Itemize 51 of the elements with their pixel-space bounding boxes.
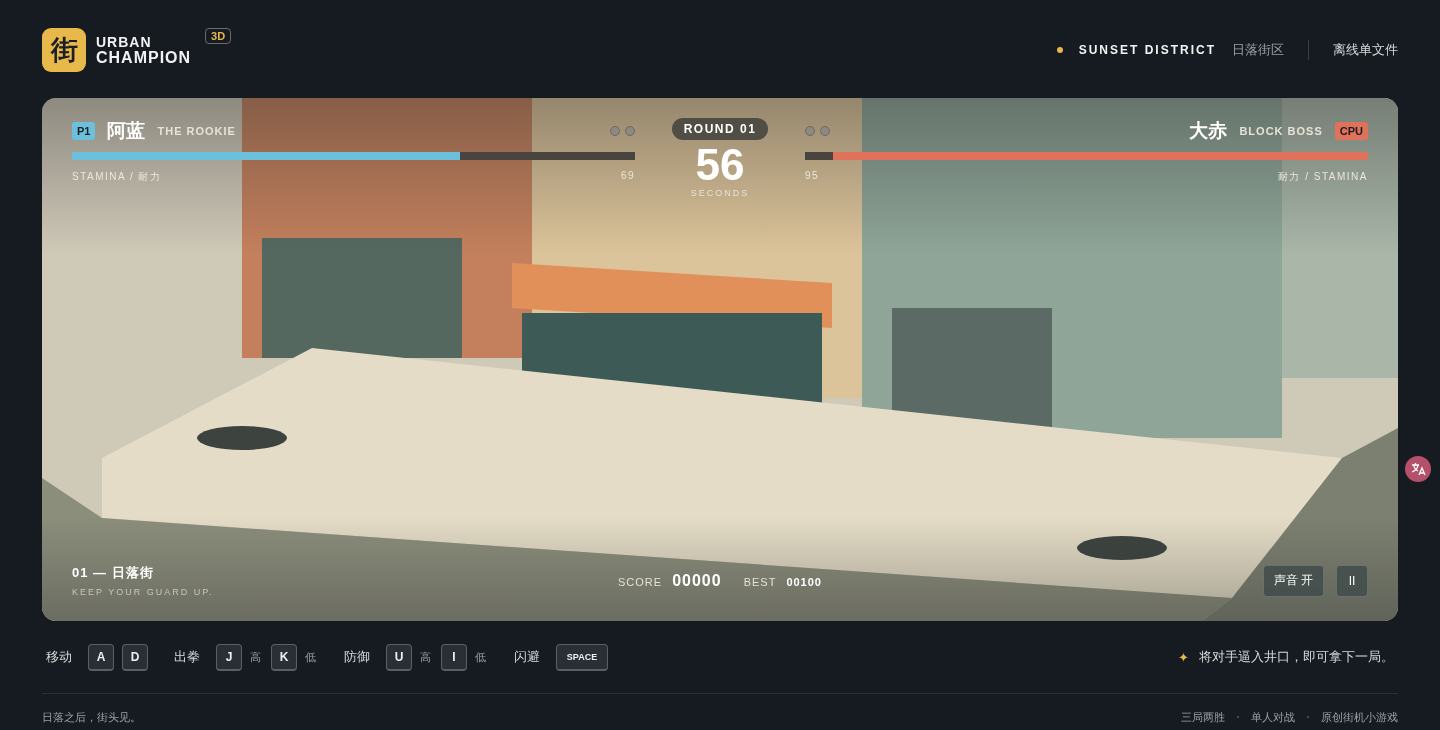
- status-dot-icon: [1056, 47, 1063, 53]
- key-cap: U: [386, 643, 412, 671]
- hint-text: 将对手逼入井口，即可拿下一局。: [1199, 648, 1394, 666]
- control-label: 防御: [344, 648, 370, 666]
- key-note: 高: [420, 649, 431, 665]
- stamina-caption: 耐力 / STAMINA: [1277, 170, 1368, 184]
- version-badge: 3D: [205, 28, 232, 44]
- score-value: 00000: [672, 571, 722, 590]
- player-name: 大赤: [1189, 118, 1228, 143]
- player-title: BLOCK BOSS: [1239, 125, 1323, 137]
- score-label: SCORE: [618, 575, 663, 588]
- translate-icon[interactable]: [1405, 456, 1431, 482]
- sparkle-icon: ✦: [1178, 649, 1189, 665]
- key-cap: J: [216, 643, 242, 671]
- stage-title: 01 — 日落街: [72, 564, 155, 582]
- footer-link[interactable]: 原创街机小游戏: [1321, 709, 1398, 725]
- key-cap: K: [271, 643, 297, 671]
- key-cap: D: [122, 643, 148, 671]
- timer-label: SECONDS: [690, 188, 750, 198]
- footer-link[interactable]: 单人对战: [1251, 709, 1295, 725]
- sound-toggle-button[interactable]: 声音 开: [1262, 564, 1324, 597]
- player-name: 阿蓝: [107, 118, 146, 143]
- control-label: 出拳: [174, 648, 200, 666]
- stamina-caption: STAMINA / 耐力: [72, 170, 162, 184]
- player-tag: P1: [72, 122, 96, 140]
- pause-button[interactable]: II: [1336, 564, 1368, 597]
- round-label: ROUND 01: [671, 118, 769, 140]
- tagline: 日落之后，街头见。: [42, 709, 141, 725]
- player-title: THE ROOKIE: [157, 125, 236, 137]
- stamina-value: 69: [620, 170, 635, 183]
- app-title: URBAN: [96, 34, 153, 50]
- best-value: 00100: [786, 575, 822, 588]
- key-note: 高: [250, 649, 261, 665]
- offline-file-link[interactable]: 离线单文件: [1333, 41, 1398, 59]
- key-cap: I: [441, 643, 467, 671]
- stamina-value: 95: [805, 170, 820, 183]
- district-name-cn: 日落街区: [1232, 41, 1284, 59]
- key-cap: A: [88, 643, 114, 671]
- logo-icon: 街: [42, 28, 86, 72]
- timer: 56: [695, 142, 745, 188]
- stage-subtitle: KEEP YOUR GUARD UP.: [72, 587, 215, 597]
- control-label: 闪避: [514, 648, 540, 666]
- best-label: BEST: [743, 575, 777, 588]
- footer-link[interactable]: 三局两胜: [1181, 709, 1225, 725]
- app-title: CHAMPION: [96, 50, 192, 66]
- control-label: 移动: [46, 648, 72, 666]
- district-name: SUNSET DISTRICT: [1078, 43, 1216, 57]
- key-note: 低: [305, 649, 316, 665]
- key-cap: SPACE: [556, 643, 608, 671]
- player-tag: CPU: [1334, 122, 1368, 140]
- key-note: 低: [475, 649, 486, 665]
